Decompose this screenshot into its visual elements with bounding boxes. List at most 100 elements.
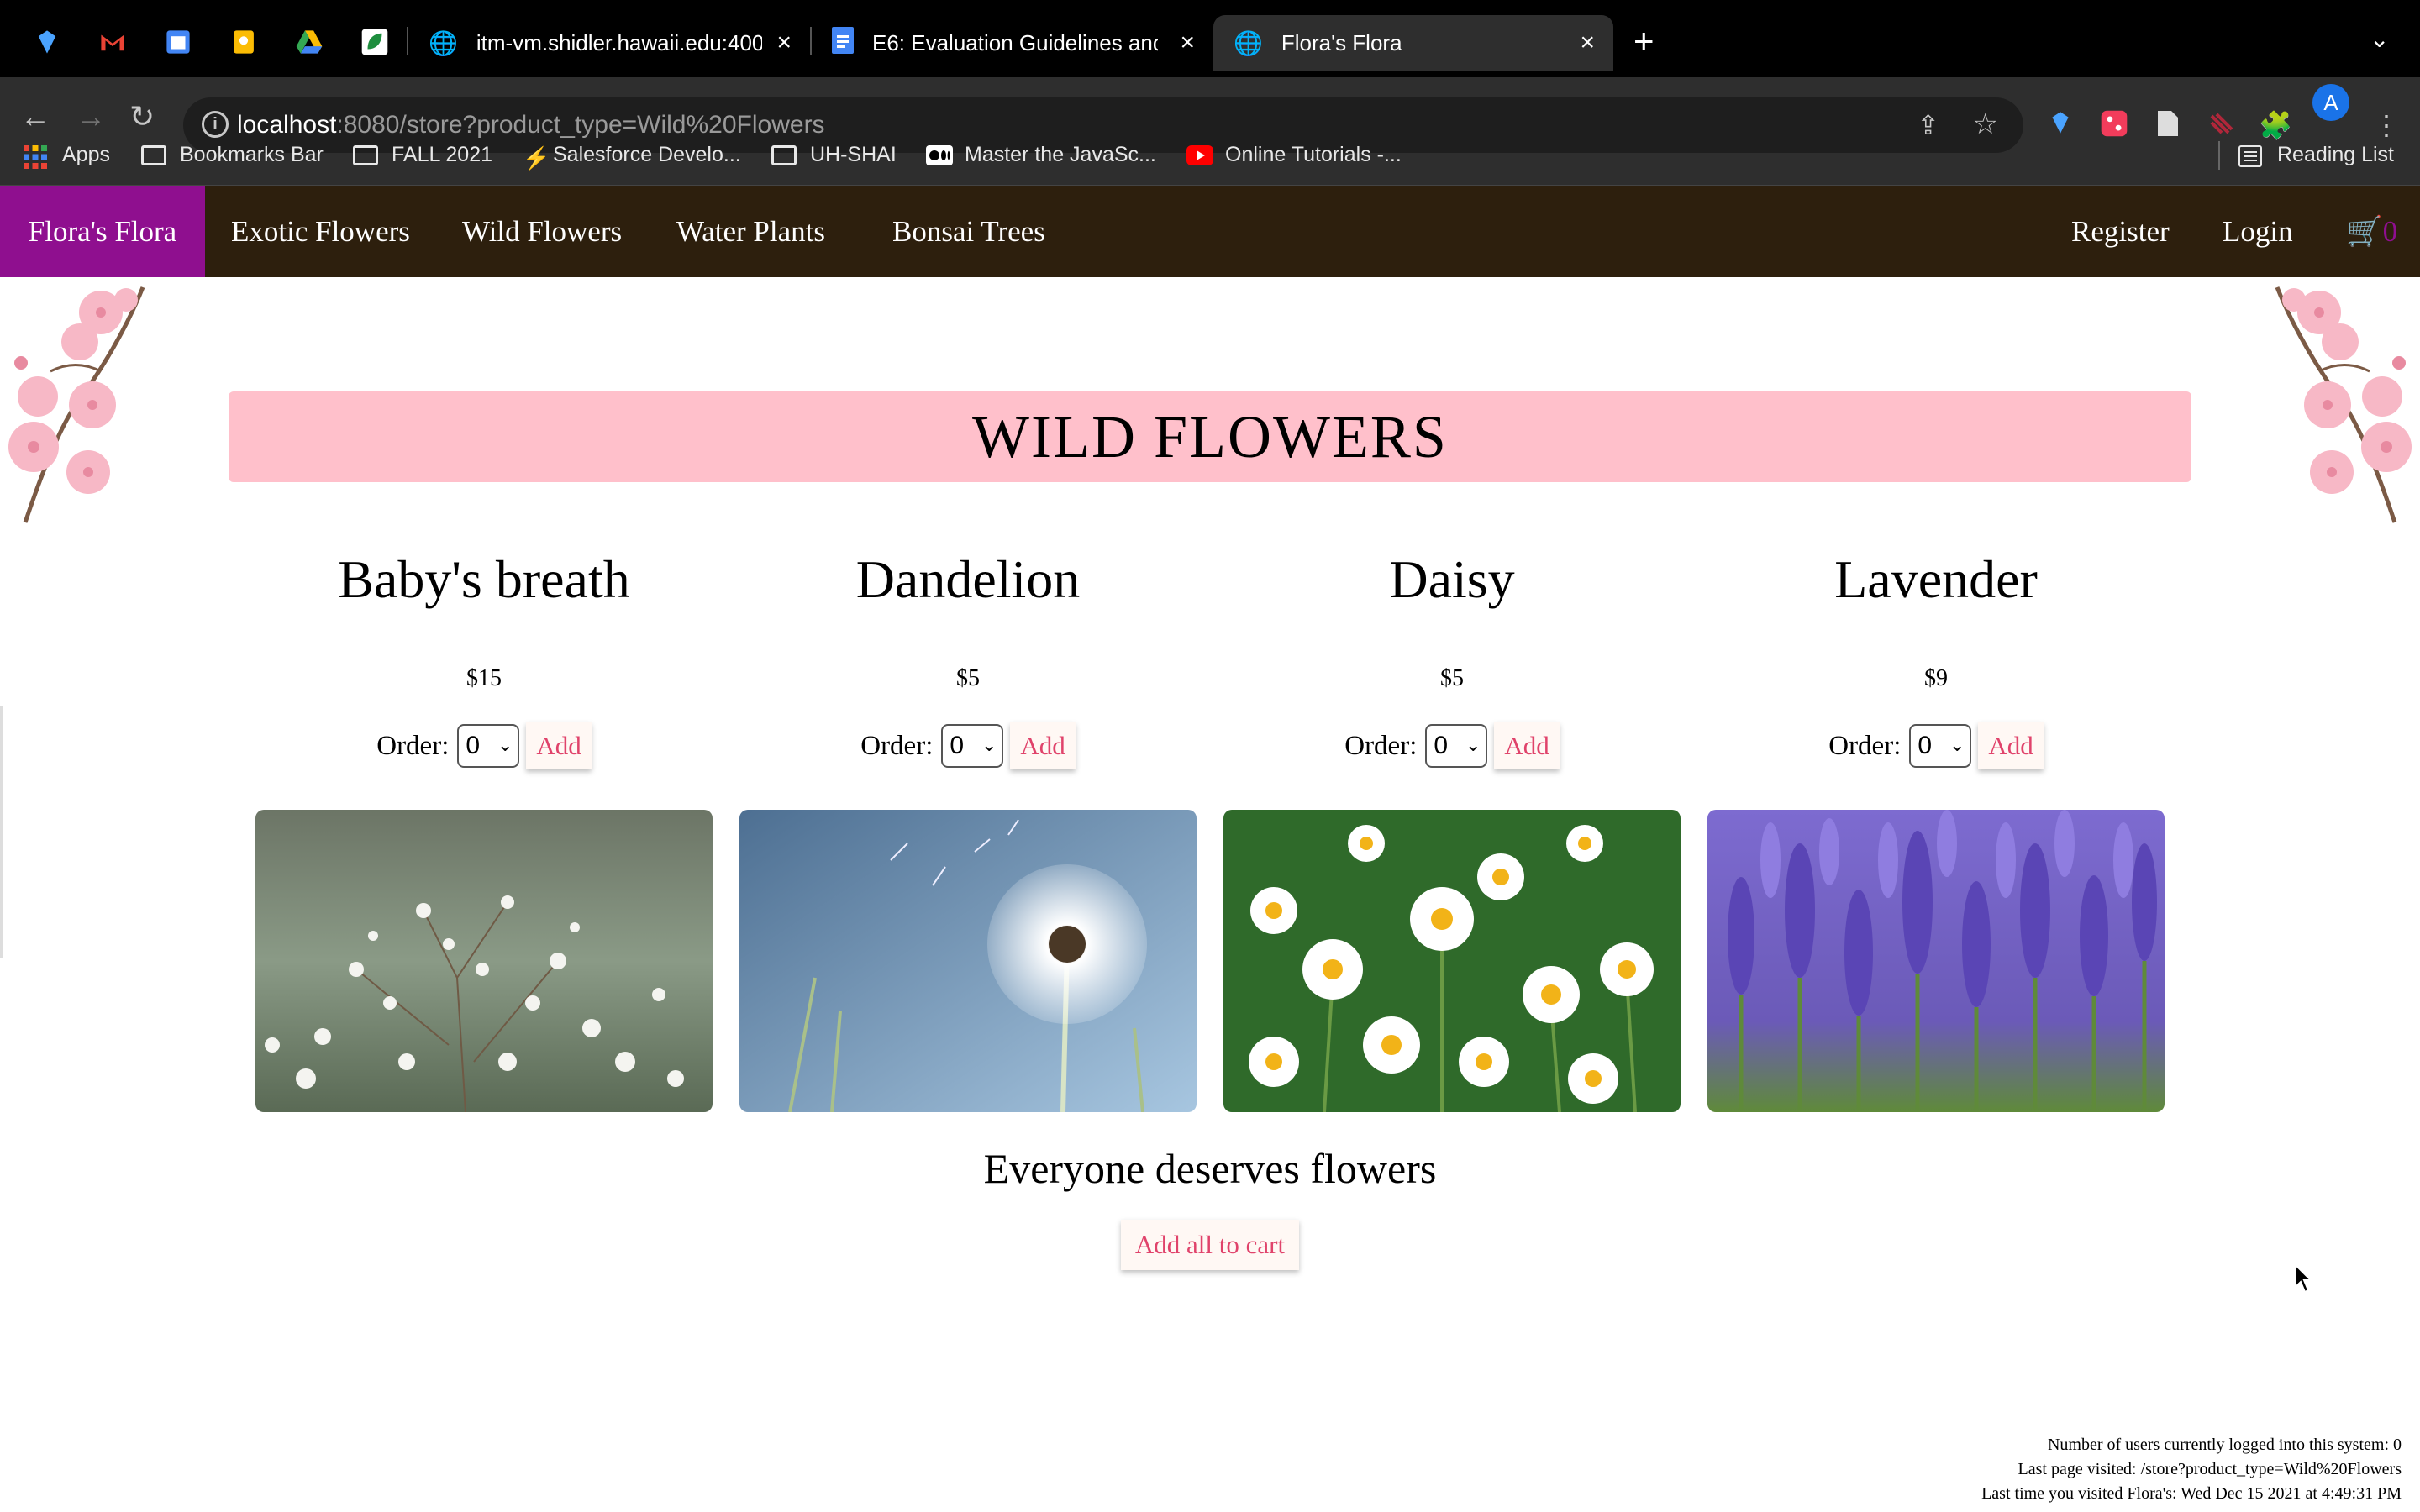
reading-list-button[interactable]: Reading List <box>2238 143 2394 167</box>
product-name: Daisy <box>1389 549 1515 609</box>
nav-bonsai-trees[interactable]: Bonsai Trees <box>892 186 1045 277</box>
url-path: :8080/store?product_type=Wild%20Flowers <box>336 111 825 139</box>
back-arrow-icon[interactable]: ← <box>20 99 50 134</box>
order-row: Order: 0 ⌄ Add <box>249 721 719 771</box>
cart-count: 0 <box>2382 215 2398 248</box>
left-edge-shadow <box>0 706 3 958</box>
drive-icon[interactable] <box>287 20 331 64</box>
page-heading: WILD FLOWERS <box>229 391 2191 482</box>
chevron-down-icon: ⌄ <box>497 734 513 755</box>
bookmark-star-icon[interactable]: ☆ <box>1973 108 1998 141</box>
bookmark-label: Salesforce Develo... <box>553 143 741 166</box>
bookmark-salesforce[interactable]: ⚡ Salesforce Develo... <box>523 143 741 171</box>
lightning-icon: ⚡ <box>523 144 550 171</box>
product-card-dandelion: Dandelion $5 Order: 0 ⌄ Add <box>733 538 1203 1112</box>
folder-icon <box>353 144 378 165</box>
bookmark-master-javascript[interactable]: Master the JavaSc... <box>926 143 1156 167</box>
bookmark-label: Bookmarks Bar <box>180 143 324 166</box>
close-icon[interactable]: × <box>776 29 792 57</box>
bookmark-label: Master the JavaSc... <box>965 143 1156 166</box>
bookmark-label: UH-SHAI <box>810 143 897 166</box>
order-label: Order: <box>860 730 934 761</box>
reading-list-icon <box>2238 144 2264 167</box>
quantity-select[interactable]: 0 ⌄ <box>1425 724 1488 768</box>
bookmark-folder-fall-2021[interactable]: FALL 2021 <box>353 143 492 167</box>
order-label: Order: <box>1828 730 1902 761</box>
bookmark-online-tutorials[interactable]: Online Tutorials -... <box>1186 143 1402 167</box>
nav-water-plants[interactable]: Water Plants <box>676 186 825 277</box>
folder-icon <box>141 144 166 165</box>
babys-breath-photo <box>255 810 713 1112</box>
reload-icon[interactable]: ↻ <box>129 99 155 134</box>
add-all-to-cart-button[interactable]: Add all to cart <box>1121 1220 1299 1270</box>
tab-itm-vm[interactable]: 🌐 itm-vm.shidler.hawaii.edu:400( × <box>408 15 810 71</box>
tab-search-chevron-icon[interactable]: ⌄ <box>2370 25 2389 53</box>
site-navbar: Flora's Flora Exotic Flowers Wild Flower… <box>0 186 2420 277</box>
quantity-select[interactable]: 0 ⌄ <box>457 724 520 768</box>
product-price: $9 <box>1924 665 1948 691</box>
product-card-lavender: Lavender $9 Order: 0 ⌄ Add <box>1701 538 2171 1112</box>
tagline: Everyone deserves flowers <box>983 1145 1437 1192</box>
url-host: localhost <box>237 111 337 139</box>
register-link[interactable]: Register <box>2071 186 2170 277</box>
product-card-babys-breath: Baby's breath $15 Order: 0 ⌄ Add <box>249 538 719 1112</box>
docs-icon <box>832 26 854 60</box>
new-tab-button[interactable]: + <box>1634 24 1655 59</box>
product-price: $5 <box>1440 665 1464 691</box>
sapphire-icon[interactable] <box>25 20 69 64</box>
last-visit-time-text: Last time you visited Flora's: Wed Dec 1… <box>1981 1484 2402 1503</box>
close-icon[interactable]: × <box>1180 29 1195 57</box>
youtube-icon <box>1186 144 1213 165</box>
quantity-select[interactable]: 0 ⌄ <box>1909 724 1972 768</box>
product-price: $5 <box>956 665 980 691</box>
add-button[interactable]: Add <box>1494 722 1560 769</box>
cherry-blossom-left-decoration <box>8 286 145 523</box>
bookmark-apps[interactable]: Apps <box>24 143 110 169</box>
cherry-blossom-right-decoration <box>2275 286 2412 523</box>
login-link[interactable]: Login <box>2223 186 2293 277</box>
cart-link[interactable]: 🛒0 <box>2346 186 2397 277</box>
order-row: Order: 0 ⌄ Add <box>733 721 1203 771</box>
profile-avatar[interactable]: A <box>2312 84 2349 121</box>
forward-arrow-icon[interactable]: → <box>76 99 106 134</box>
footer-status: Number of users currently logged into th… <box>1981 1433 2402 1506</box>
site-info-icon[interactable]: i <box>202 111 229 138</box>
browser-tab-strip: 🌐 itm-vm.shidler.hawaii.edu:400( × E6: E… <box>0 0 2420 77</box>
nav-wild-flowers[interactable]: Wild Flowers <box>462 186 622 277</box>
product-card-daisy: Daisy $5 Order: 0 ⌄ Add <box>1217 538 1687 1112</box>
quantity-value: 0 <box>466 732 481 759</box>
calendar-icon[interactable] <box>156 20 200 64</box>
close-icon[interactable]: × <box>1580 29 1595 57</box>
quantity-select[interactable]: 0 ⌄ <box>941 724 1004 768</box>
order-row: Order: 0 ⌄ Add <box>1217 721 1687 771</box>
reading-list-label: Reading List <box>2277 143 2394 166</box>
gmail-icon[interactable] <box>91 20 134 64</box>
globe-icon: 🌐 <box>1234 29 1263 56</box>
tab-floras-flora[interactable]: 🌐 Flora's Flora × <box>1213 15 1613 71</box>
add-button[interactable]: Add <box>1978 722 2044 769</box>
daisy-photo <box>1223 810 1681 1112</box>
quantity-value: 0 <box>1918 732 1933 759</box>
brand-link[interactable]: Flora's Flora <box>0 186 205 277</box>
chevron-down-icon: ⌄ <box>981 734 997 755</box>
cart-icon: 🛒 <box>2346 215 2383 248</box>
product-price: $15 <box>466 665 502 691</box>
bookmarks-bar: Apps Bookmarks Bar FALL 2021 ⚡ Salesforce… <box>0 138 2420 175</box>
quantity-value: 0 <box>950 732 965 759</box>
add-button[interactable]: Add <box>1010 722 1076 769</box>
share-icon[interactable]: ⇪ <box>1917 109 1939 141</box>
bookmark-folder-bookmarks-bar[interactable]: Bookmarks Bar <box>141 143 324 167</box>
folder-icon <box>771 144 797 165</box>
nav-exotic-flowers[interactable]: Exotic Flowers <box>231 186 410 277</box>
product-name: Baby's breath <box>338 549 630 609</box>
keep-icon[interactable] <box>222 20 266 64</box>
tab-title: itm-vm.shidler.hawaii.edu:400( <box>476 29 762 55</box>
product-name: Lavender <box>1834 549 2038 609</box>
tab-e6-guidelines[interactable]: E6: Evaluation Guidelines and C × <box>812 15 1213 71</box>
globe-icon: 🌐 <box>429 29 458 56</box>
add-button[interactable]: Add <box>526 722 592 769</box>
bookmark-label: Apps <box>62 143 110 166</box>
chevron-down-icon: ⌄ <box>1465 734 1481 755</box>
bookmark-folder-uh-shai[interactable]: UH-SHAI <box>771 143 897 167</box>
leaf-app-icon[interactable] <box>353 20 397 64</box>
